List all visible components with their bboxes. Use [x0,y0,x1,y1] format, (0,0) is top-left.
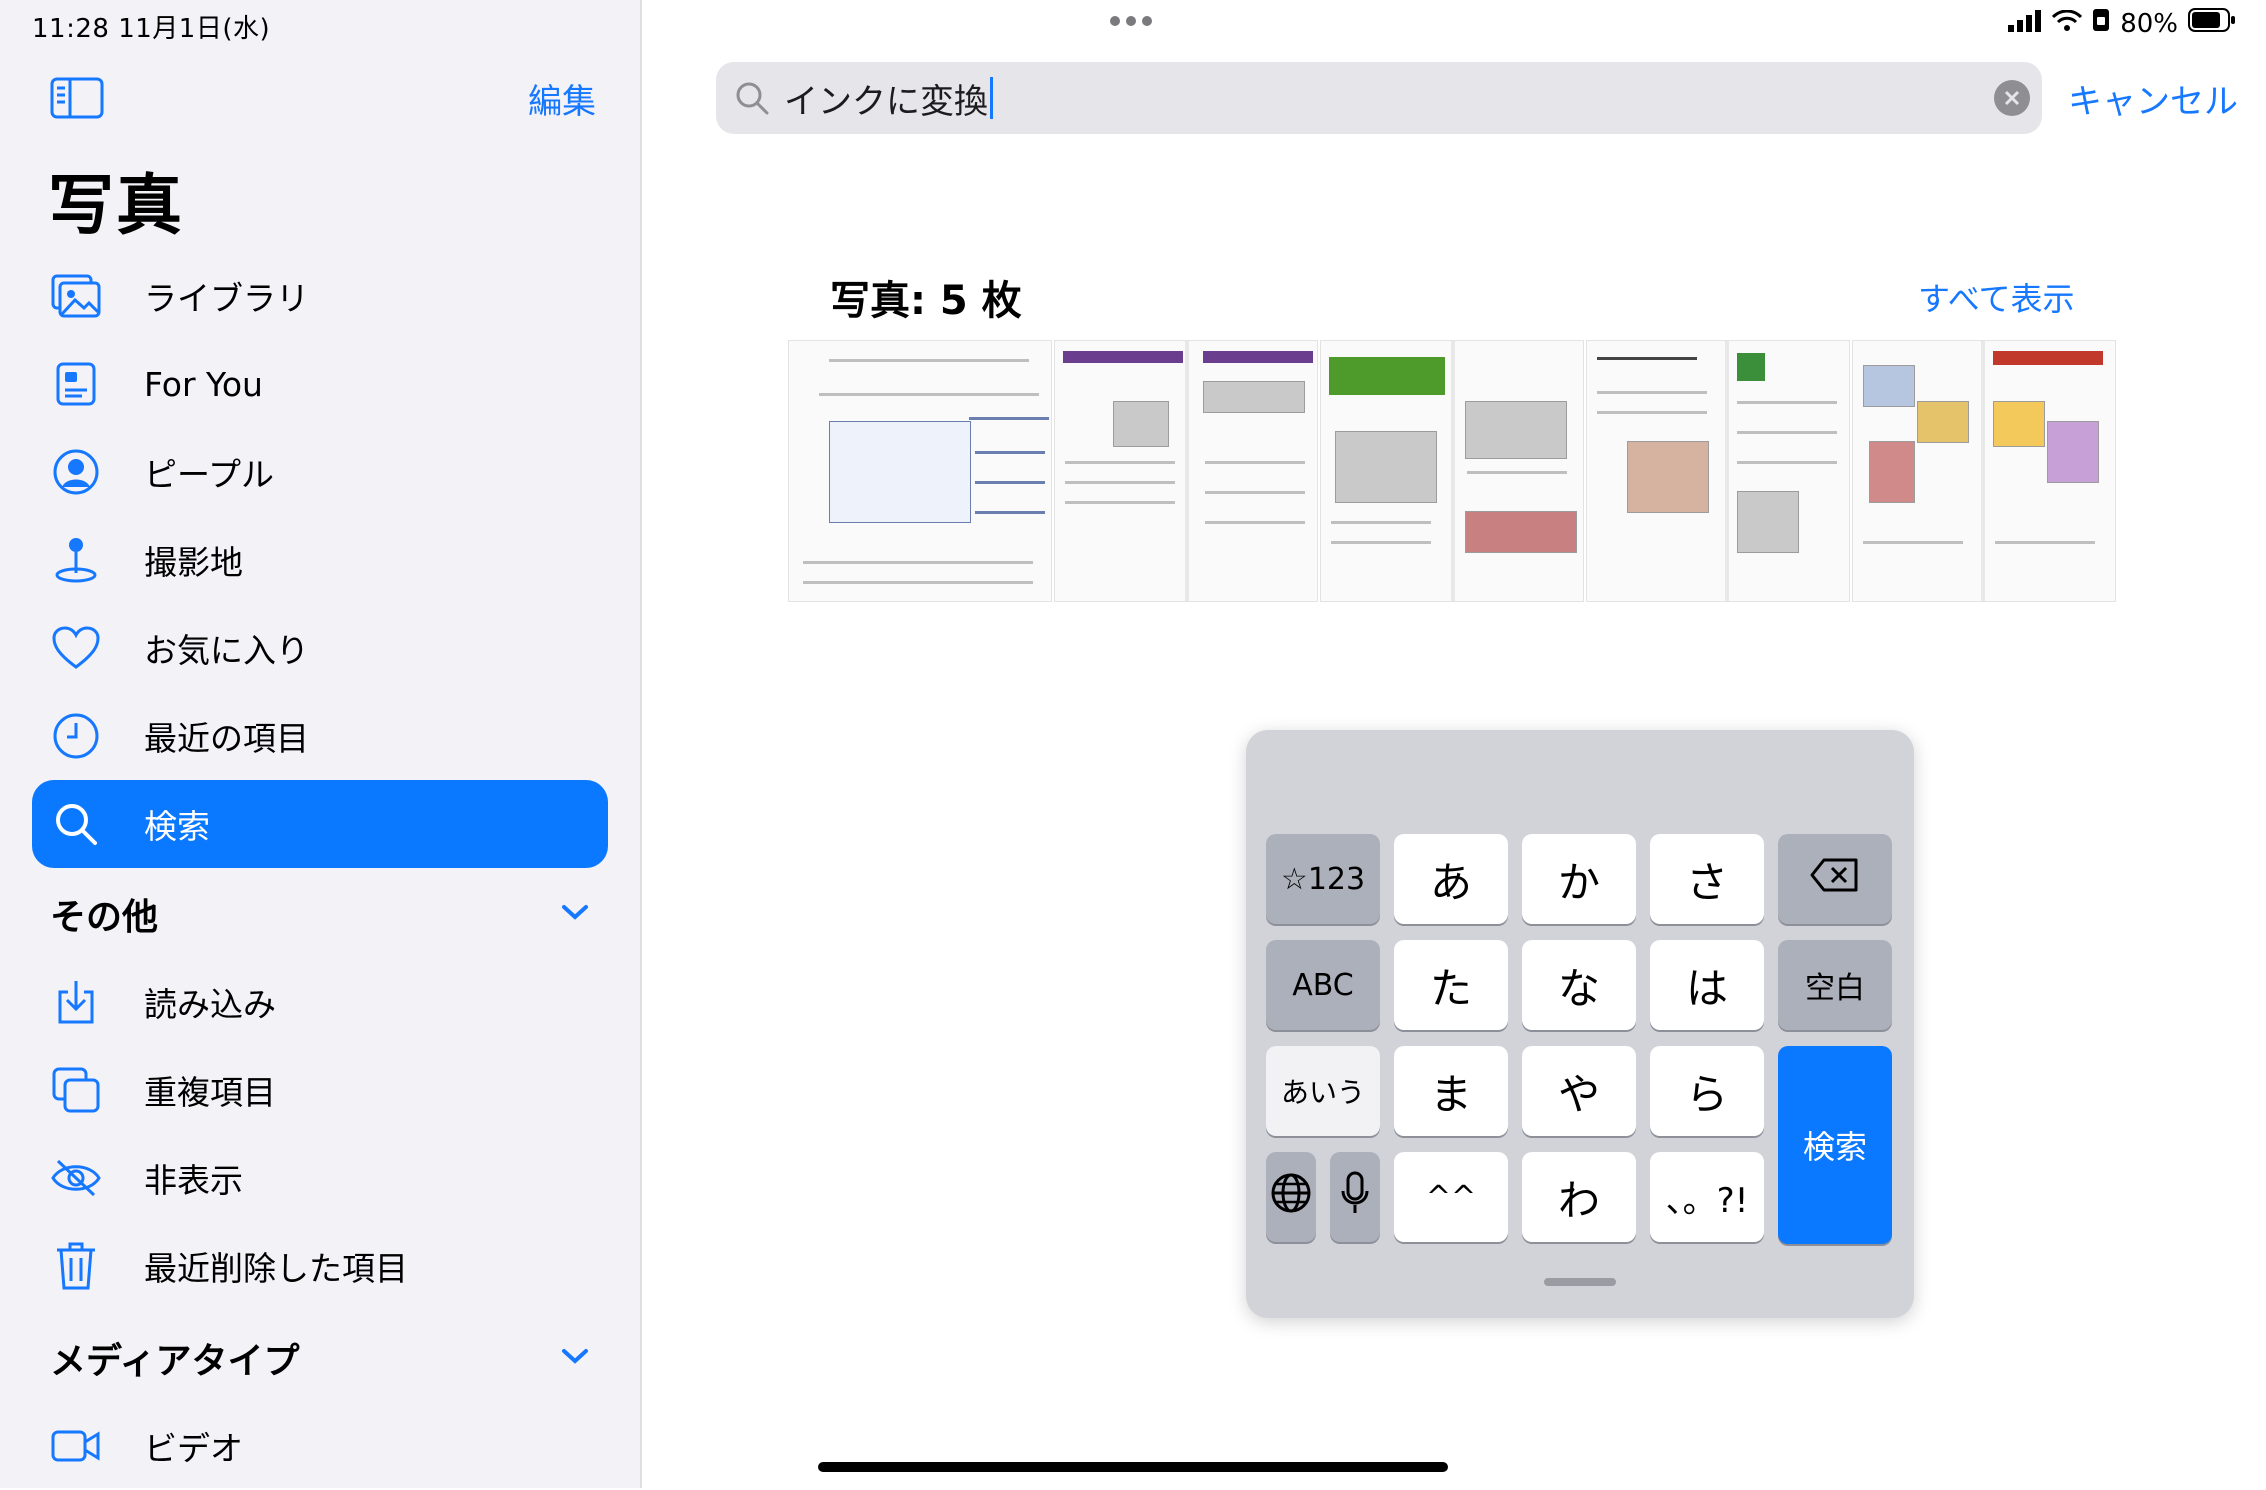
sidebar-item-label: お気に入り [144,631,309,670]
sidebar-item-label: 最近の項目 [144,719,309,758]
map-pin-icon [50,534,102,586]
kana-key[interactable]: か [1522,834,1636,924]
trash-icon [50,1240,102,1292]
sidebar-item-recently-deleted[interactable]: 最近削除した項目 [32,1222,608,1310]
search-key[interactable]: 検索 [1778,1046,1892,1244]
search-query-text: インクに変換 [784,81,988,122]
kana-key[interactable]: な [1522,940,1636,1030]
sidebar-item-label: ビデオ [144,1429,243,1468]
sidebar-item-label: 非表示 [144,1161,243,1200]
sidebar-item-hidden[interactable]: 非表示 [32,1134,608,1222]
photo-thumbnail[interactable] [1852,340,2116,602]
chevron-down-icon[interactable] [560,902,590,926]
status-bar-right: 80% [2008,8,2236,39]
cancel-button[interactable]: キャンセル [2068,74,2238,123]
eye-slash-icon [50,1152,102,1204]
sidebar-item-label: 重複項目 [144,1073,276,1112]
sidebar-item-label: ピープル [144,455,275,494]
see-all-button[interactable]: すべて表示 [1918,274,2074,320]
section-media-header[interactable]: メディアタイプ [50,1328,590,1388]
sidebar-item-label: ライブラリ [144,279,309,318]
chevron-down-icon[interactable] [560,1346,590,1370]
heart-icon [50,622,102,674]
sidebar-item-for-you[interactable]: For You [32,340,608,428]
kana-key[interactable]: ま [1394,1046,1508,1136]
sidebar-item-search[interactable]: 検索 [32,780,608,868]
sidebar-item-recents[interactable]: 最近の項目 [32,692,608,780]
kana-key[interactable]: ら [1650,1046,1764,1136]
emoticon-key[interactable]: ^^ [1394,1152,1508,1242]
photo-thumbnail[interactable] [788,340,1052,602]
globe-key[interactable] [1266,1152,1316,1242]
delete-key[interactable] [1778,834,1892,924]
photo-results [788,340,2116,602]
keyboard-drag-handle[interactable] [1544,1278,1616,1286]
backspace-icon [1810,857,1860,901]
search-icon [730,76,774,120]
kana-key[interactable]: は [1650,940,1764,1030]
sidebar-item-imports[interactable]: 読み込み [32,958,608,1046]
kana-mode-key[interactable]: あいう [1266,1046,1380,1136]
dictation-key[interactable] [1330,1152,1380,1242]
section-title: その他 [50,897,159,938]
sidebar-item-places[interactable]: 撮影地 [32,516,608,604]
numbers-key[interactable]: ☆123 [1266,834,1380,924]
floating-keyboard: ☆123 あ か さ ABC た な は 空白 あいう ま や ら 検索 ^^ … [1246,730,1914,1318]
video-icon [50,1420,102,1472]
sidebar-item-label: For You [144,364,263,404]
sidebar-item-label: 撮影地 [144,543,243,582]
text-caret [990,77,993,119]
for-you-icon [50,358,102,410]
clear-search-icon[interactable] [1994,80,2030,116]
sidebar-toggle-icon[interactable] [50,76,104,120]
kana-key[interactable]: や [1522,1046,1636,1136]
status-time-date: 11:28 11月1日(水) [32,14,271,44]
cellular-signal-icon [2008,9,2042,39]
clock-icon [50,710,102,762]
photo-thumbnail[interactable] [1586,340,1850,602]
section-other-header[interactable]: その他 [50,884,590,944]
sidebar-item-favorites[interactable]: お気に入り [32,604,608,692]
globe-icon [1270,1172,1312,1222]
person-circle-icon [50,446,102,498]
multitasking-dots[interactable] [1110,16,1152,26]
sidebar-item-label: 最近削除した項目 [144,1249,408,1288]
home-indicator[interactable] [818,1462,1448,1472]
kana-key[interactable]: た [1394,940,1508,1030]
search-query[interactable]: インクに変換 [784,74,993,123]
sidebar-item-library[interactable]: ライブラリ [32,252,608,340]
photo-library-icon [50,270,102,322]
punctuation-key[interactable]: 、。?! [1650,1152,1764,1242]
space-key[interactable]: 空白 [1778,940,1892,1030]
search-field[interactable]: インクに変換 [716,62,2042,134]
section-title: メディアタイプ [50,1341,300,1382]
import-icon [50,976,102,1028]
duplicate-icon [50,1064,102,1116]
sidebar-item-people[interactable]: ピープル [32,428,608,516]
edit-button[interactable]: 編集 [528,74,596,123]
page-title: 写真 [48,167,184,244]
kana-key[interactable]: さ [1650,834,1764,924]
battery-icon [2188,8,2236,39]
microphone-icon [1340,1171,1370,1223]
wifi-icon [2052,9,2083,39]
kana-key[interactable]: あ [1394,834,1508,924]
battery-percent: 80% [2120,8,2178,39]
search-icon [50,798,102,850]
sidebar-item-duplicates[interactable]: 重複項目 [32,1046,608,1134]
sidebar-item-label: 読み込み [144,985,276,1024]
photo-thumbnail[interactable] [1320,340,1584,602]
sidebar: 11:28 11月1日(水) 編集 写真 ライブラリ For You ピープル … [0,0,642,1488]
photo-thumbnail[interactable] [1054,340,1318,602]
kana-key[interactable]: わ [1522,1152,1636,1242]
sidebar-item-label: 検索 [144,807,210,846]
sidebar-item-videos[interactable]: ビデオ [32,1402,608,1490]
results-title: 写真: 5 枚 [830,278,1022,324]
abc-key[interactable]: ABC [1266,940,1380,1030]
orientation-lock-icon [2092,8,2110,39]
